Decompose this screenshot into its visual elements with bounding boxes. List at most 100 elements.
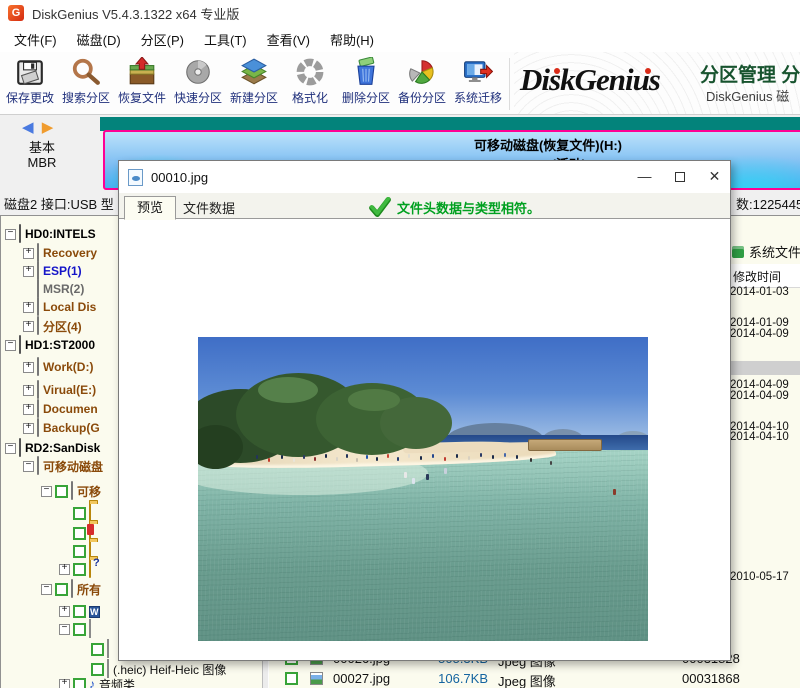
toolbar-button-save-changes[interactable]: 保存更改 bbox=[2, 54, 58, 112]
brand-tagline-sub: DiskGenius 磁 bbox=[706, 86, 800, 105]
photo-person bbox=[356, 458, 358, 462]
back-arrow-icon[interactable]: ◀ bbox=[22, 119, 36, 136]
tree-checkbox[interactable] bbox=[73, 563, 86, 576]
expander-minus-icon[interactable]: − bbox=[59, 624, 70, 635]
tree-item-row-14[interactable] bbox=[1, 504, 95, 522]
menu-bar: 文件(F)磁盘(D)分区(P)工具(T)查看(V)帮助(H) bbox=[0, 26, 800, 52]
tree-checkbox[interactable] bbox=[73, 678, 86, 688]
tab-preview[interactable]: 预览 bbox=[124, 196, 176, 220]
drive-icon bbox=[37, 298, 39, 316]
toolbar-button-system-migrate[interactable]: 系统迁移 bbox=[450, 54, 506, 112]
column-header-modified-time[interactable]: 修改时间 bbox=[733, 268, 781, 285]
menu-item-3[interactable]: 工具(T) bbox=[194, 27, 257, 52]
expander-plus-icon[interactable]: + bbox=[59, 564, 70, 575]
photo-person bbox=[408, 454, 410, 458]
expander-minus-icon[interactable]: − bbox=[41, 486, 52, 497]
tree-checkbox[interactable] bbox=[73, 623, 86, 636]
tree-item-Backup(G[interactable]: +Backup(G bbox=[1, 419, 100, 437]
dialog-minimize-button[interactable]: — bbox=[629, 161, 660, 191]
expander-plus-icon[interactable]: + bbox=[23, 302, 34, 313]
file-checkbox[interactable] bbox=[285, 672, 298, 685]
forward-arrow-icon[interactable]: ▶ bbox=[42, 119, 56, 136]
layers-icon bbox=[239, 57, 269, 87]
tree-item-row-20[interactable]: − bbox=[1, 620, 95, 638]
tree-item-可移动磁盘[interactable]: −可移动磁盘 bbox=[1, 457, 103, 475]
menu-item-1[interactable]: 磁盘(D) bbox=[67, 27, 131, 52]
expander-minus-icon[interactable]: − bbox=[5, 340, 16, 351]
expander-plus-icon[interactable]: + bbox=[23, 404, 34, 415]
file-header-status: 文件头数据与类型相符。 bbox=[369, 197, 540, 217]
expander-plus-icon[interactable]: + bbox=[23, 248, 34, 259]
tree-checkbox[interactable] bbox=[73, 507, 86, 520]
tree-item-Recovery[interactable]: +Recovery bbox=[1, 244, 97, 262]
dialog-close-button[interactable]: ✕ bbox=[699, 161, 730, 191]
expander-minus-icon[interactable]: − bbox=[23, 461, 34, 472]
tree-item-row-15[interactable] bbox=[1, 524, 95, 542]
check-icon bbox=[369, 197, 391, 217]
drive-icon bbox=[71, 482, 73, 500]
tree-item-Documen[interactable]: +Documen bbox=[1, 400, 98, 418]
tab-file-data[interactable]: 文件数据 bbox=[171, 198, 247, 219]
expander-minus-icon[interactable]: − bbox=[5, 229, 16, 240]
tree-item-分区(4)[interactable]: +分区(4) bbox=[1, 317, 82, 335]
tree-item-row-17[interactable]: +? bbox=[1, 560, 95, 578]
menu-item-2[interactable]: 分区(P) bbox=[131, 27, 194, 52]
toolbar-button-new-partition[interactable]: 新建分区 bbox=[226, 54, 282, 112]
expander-plus-icon[interactable]: + bbox=[23, 362, 34, 373]
tree-item-音频类[interactable]: +♪音频类 bbox=[1, 675, 135, 688]
tree-checkbox[interactable] bbox=[91, 663, 104, 676]
photo-jetty bbox=[528, 439, 602, 451]
toolbar-button-format[interactable]: 格式化 bbox=[282, 54, 338, 112]
menu-item-0[interactable]: 文件(F) bbox=[4, 27, 67, 52]
tree-item-row-16[interactable] bbox=[1, 542, 95, 560]
tree-checkbox[interactable] bbox=[73, 545, 86, 558]
drive-icon bbox=[71, 580, 73, 598]
tree-item-HD1:ST2000[interactable]: −HD1:ST2000 bbox=[1, 336, 95, 354]
tree-item-Virual(E:)[interactable]: +Virual(E:) bbox=[1, 381, 96, 399]
tree-item-row-19[interactable]: +W bbox=[1, 602, 104, 620]
toolbar-button-search-partition[interactable]: 搜索分区 bbox=[58, 54, 114, 112]
tree-checkbox[interactable] bbox=[73, 527, 86, 540]
dialog-title-bar[interactable]: 00010.jpg — ✕ bbox=[119, 161, 730, 193]
tree-item-MSR(2)[interactable]: MSR(2) bbox=[1, 280, 84, 298]
expander-plus-icon[interactable]: + bbox=[23, 385, 34, 396]
photo-person bbox=[376, 457, 378, 461]
tree-checkbox[interactable] bbox=[55, 485, 68, 498]
nav-label-basic: 基本 bbox=[0, 137, 84, 156]
tree-item-Local Dis[interactable]: +Local Dis bbox=[1, 298, 96, 316]
tree-item-row-21[interactable] bbox=[1, 640, 113, 658]
photo-person bbox=[480, 453, 482, 457]
toolbar-button-recover-files[interactable]: 恢复文件 bbox=[114, 54, 170, 112]
tree-item-Work(D:)[interactable]: +Work(D:) bbox=[1, 358, 93, 376]
expander-plus-icon[interactable]: + bbox=[59, 606, 70, 617]
preview-dialog: 00010.jpg — ✕ 预览 文件数据 文件头数据与类型相符。 bbox=[118, 160, 731, 661]
expander-plus-icon[interactable]: + bbox=[59, 679, 70, 688]
tree-item-HD0:INTELS[interactable]: −HD0:INTELS bbox=[1, 225, 96, 243]
dialog-maximize-button[interactable] bbox=[664, 161, 695, 191]
toolbar-button-delete-partition[interactable]: 删除分区 bbox=[338, 54, 394, 112]
drive-icon bbox=[37, 358, 39, 376]
word-doc-icon: W bbox=[89, 602, 100, 620]
brand-area: DiskGenius 分区管理 分 DiskGenius 磁 bbox=[514, 52, 800, 114]
expander-plus-icon[interactable]: + bbox=[23, 266, 34, 277]
expander-minus-icon[interactable]: − bbox=[41, 584, 52, 595]
drive-icon bbox=[37, 244, 39, 262]
tree-item-ESP(1)[interactable]: +ESP(1) bbox=[1, 262, 82, 280]
menu-item-4[interactable]: 查看(V) bbox=[257, 27, 320, 52]
window-title-bar[interactable]: G DiskGenius V5.4.3.1322 x64 专业版 bbox=[0, 0, 800, 26]
toolbar-button-quick-partition[interactable]: 快速分区 bbox=[170, 54, 226, 112]
expander-plus-icon[interactable]: + bbox=[23, 423, 34, 434]
expander-minus-icon[interactable]: − bbox=[5, 443, 16, 454]
menu-item-5[interactable]: 帮助(H) bbox=[320, 27, 384, 52]
modified-date-cell: 2010-05-17 bbox=[730, 571, 789, 583]
tree-item-所有[interactable]: −所有 bbox=[1, 580, 101, 598]
tree-item-RD2:SanDisk[interactable]: −RD2:SanDisk bbox=[1, 439, 100, 457]
toolbar-button-backup-partition[interactable]: 备份分区 bbox=[394, 54, 450, 112]
tree-checkbox[interactable] bbox=[91, 643, 104, 656]
tree-checkbox[interactable] bbox=[55, 583, 68, 596]
tree-item-可移[interactable]: −可移 bbox=[1, 482, 101, 500]
photo-person bbox=[293, 458, 295, 462]
tree-checkbox[interactable] bbox=[73, 605, 86, 618]
expander-plus-icon[interactable]: + bbox=[23, 321, 34, 332]
system-file-filter: 系统文件 bbox=[732, 242, 800, 261]
